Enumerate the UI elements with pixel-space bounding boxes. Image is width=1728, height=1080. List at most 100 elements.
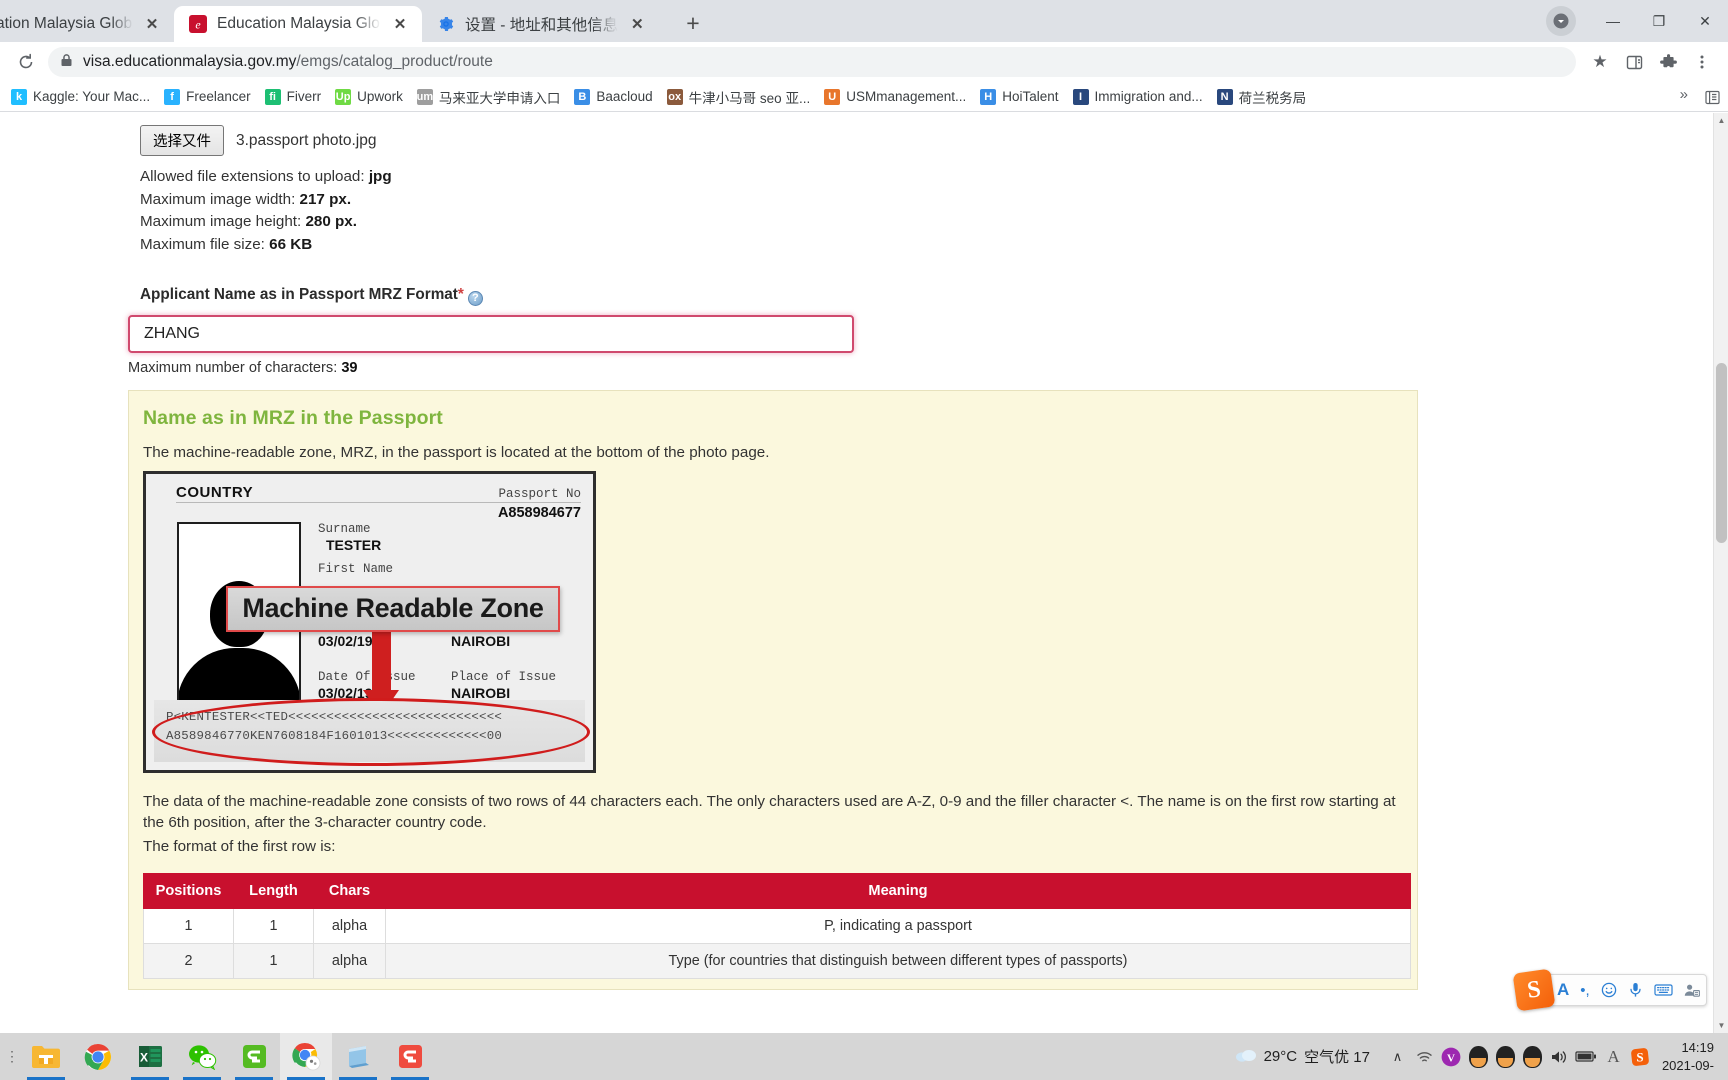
bookmark-label: HoiTalent xyxy=(1002,89,1059,104)
choose-file-button[interactable]: 选择又件 xyxy=(140,125,224,156)
ime-keyboard-icon[interactable] xyxy=(1654,983,1673,997)
passport-fields: Surname TESTER First Name xyxy=(318,522,583,576)
close-icon[interactable]: ✕ xyxy=(142,14,162,34)
bookmark-item-7[interactable]: U USMmanagement... xyxy=(817,86,973,108)
bookmark-item-10[interactable]: N 荷兰税务局 xyxy=(1210,84,1314,110)
reload-icon[interactable] xyxy=(10,46,42,78)
maximize-button[interactable]: ❐ xyxy=(1636,0,1682,42)
sogou-ime-toolbar[interactable]: S A •, xyxy=(1512,968,1707,1012)
scroll-down-arrow-icon[interactable]: ▼ xyxy=(1714,1018,1728,1033)
volume-icon[interactable] xyxy=(1546,1033,1573,1080)
passport-pob-value: NAIROBI xyxy=(451,632,510,658)
bookmarks-overflow-icon[interactable]: » xyxy=(1674,86,1694,103)
taskbar-drag-handle[interactable]: ⋮ xyxy=(4,1037,20,1077)
v-app-icon[interactable]: V xyxy=(1438,1033,1465,1080)
cell-positions: 2 xyxy=(143,942,234,979)
bookmark-label: Freelancer xyxy=(186,89,251,104)
cell-length: 1 xyxy=(233,907,314,944)
taskbar-app-excel[interactable]: X xyxy=(124,1033,176,1080)
wifi-icon[interactable] xyxy=(1411,1033,1438,1080)
address-bar[interactable]: visa.educationmalaysia.gov.my/emgs/catal… xyxy=(48,47,1576,77)
info-panel-title: Name as in MRZ in the Passport xyxy=(143,406,443,429)
taskbar-app-file-explorer[interactable] xyxy=(20,1033,72,1080)
close-icon[interactable]: ✕ xyxy=(627,14,647,34)
mrz-field-label: Applicant Name as in Passport MRZ Format… xyxy=(0,256,1728,306)
qq-icon-1[interactable] xyxy=(1465,1033,1492,1080)
lock-icon xyxy=(60,53,73,72)
extensions-icon[interactable] xyxy=(1652,46,1684,78)
url-host: visa.educationmalaysia.gov.my xyxy=(83,53,297,70)
bookmark-item-1[interactable]: f Freelancer xyxy=(157,86,258,108)
browser-toolbar: visa.educationmalaysia.gov.my/emgs/catal… xyxy=(0,42,1728,82)
taskbar-app-chrome-active[interactable] xyxy=(280,1033,332,1080)
qq-icon-2[interactable] xyxy=(1492,1033,1519,1080)
mrz-explanation-paragraph: The data of the machine-readable zone co… xyxy=(143,792,1396,832)
weather-widget[interactable]: 29°C 空气优 17 xyxy=(1235,1046,1370,1067)
silhouette-body-icon xyxy=(179,647,299,702)
passport-number: A858984677 xyxy=(497,504,581,521)
bookmark-label: USMmanagement... xyxy=(846,89,967,104)
ime-punctuation-icon[interactable]: •, xyxy=(1580,982,1589,999)
passport-no-label: Passport No xyxy=(498,486,581,501)
ime-language-icon[interactable]: A xyxy=(1557,980,1569,1000)
qq-icon-3[interactable] xyxy=(1519,1033,1546,1080)
close-icon[interactable]: ✕ xyxy=(390,14,410,34)
bookmark-item-4[interactable]: um 马来亚大学申请入口 xyxy=(410,84,568,110)
meta-label-1: Maximum image width: xyxy=(140,190,296,208)
bookmark-label: Fiverr xyxy=(286,89,322,104)
new-tab-button[interactable]: + xyxy=(676,6,710,40)
bookmark-item-9[interactable]: I Immigration and... xyxy=(1066,86,1210,108)
more-menu-icon[interactable] xyxy=(1686,46,1718,78)
bookmark-star-icon[interactable]: ★ xyxy=(1584,46,1616,78)
ime-voice-icon[interactable] xyxy=(1628,982,1643,998)
applicant-mrz-name-input[interactable] xyxy=(128,314,854,353)
bookmark-favicon: B xyxy=(574,88,591,105)
sogou-tray-icon[interactable]: S xyxy=(1627,1033,1654,1080)
bookmark-label: Baacloud xyxy=(596,89,653,104)
bookmark-item-8[interactable]: H HoiTalent xyxy=(973,86,1065,108)
char-limit-value: 39 xyxy=(341,359,358,376)
weather-temp: 29°C xyxy=(1263,1048,1298,1065)
bookmark-label: 马来亚大学申请入口 xyxy=(438,90,561,106)
poi-value: NAIROBI xyxy=(451,684,511,701)
cell-meaning: Type (for countries that distinguish bet… xyxy=(385,942,1411,979)
taskbar-app-wechat[interactable] xyxy=(176,1033,228,1080)
ime-indicator-icon[interactable]: A xyxy=(1600,1033,1627,1080)
tab-0[interactable]: ation Malaysia Global Ser ✕ xyxy=(0,6,174,42)
bookmark-item-2[interactable]: fi Fiverr xyxy=(258,86,329,108)
down-arrow-shaft-icon xyxy=(372,628,391,694)
bookmark-item-6[interactable]: ox 牛津小马哥 seo 亚... xyxy=(660,84,818,110)
taskbar-app-wps-red[interactable] xyxy=(384,1033,436,1080)
taskbar-app-chrome[interactable] xyxy=(72,1033,124,1080)
info-panel-intro: The machine-readable zone, MRZ, in the p… xyxy=(143,443,770,461)
battery-icon[interactable] xyxy=(1573,1033,1600,1080)
bookmark-favicon: H xyxy=(980,88,997,105)
help-icon[interactable]: ? xyxy=(467,290,483,306)
gear-icon xyxy=(436,14,456,34)
sogou-logo-icon[interactable]: S xyxy=(1512,968,1556,1012)
minimize-button[interactable]: — xyxy=(1590,0,1636,42)
taskbar-app-notepad[interactable] xyxy=(332,1033,384,1080)
tray-overflow-chevron-icon[interactable]: ∧ xyxy=(1384,1033,1411,1080)
taskbar-clock[interactable]: 14:19 2021-09- xyxy=(1654,1039,1724,1075)
close-window-button[interactable]: ✕ xyxy=(1682,0,1728,42)
ime-user-icon[interactable] xyxy=(1684,983,1700,998)
scroll-up-arrow-icon[interactable]: ▲ xyxy=(1714,113,1728,128)
bookmark-item-3[interactable]: Up Upwork xyxy=(328,86,410,108)
cell-chars: alpha xyxy=(313,907,386,944)
bookmark-item-0[interactable]: k Kaggle: Your Mac... xyxy=(4,86,157,108)
page-scrollbar[interactable]: ▲ ▼ xyxy=(1713,113,1728,1033)
profile-avatar[interactable] xyxy=(1546,6,1576,36)
reading-list-icon[interactable] xyxy=(1618,46,1650,78)
bookmark-favicon: ox xyxy=(666,88,683,105)
tab-2[interactable]: 设置 - 地址和其他信息 ✕ xyxy=(422,6,670,42)
all-bookmarks-icon[interactable] xyxy=(1700,85,1724,109)
bookmark-item-5[interactable]: B Baacloud xyxy=(567,86,659,108)
mrz-input-wrapper xyxy=(0,306,1728,353)
taskbar-app-wps-green[interactable] xyxy=(228,1033,280,1080)
ime-emoji-icon[interactable] xyxy=(1601,982,1617,998)
table-row: 2 1 alpha Type (for countries that disti… xyxy=(143,942,1411,979)
scrollbar-thumb[interactable] xyxy=(1716,363,1727,543)
tab-1[interactable]: e Education Malaysia Global Ser ✕ xyxy=(174,6,422,42)
cell-chars: alpha xyxy=(313,942,386,979)
